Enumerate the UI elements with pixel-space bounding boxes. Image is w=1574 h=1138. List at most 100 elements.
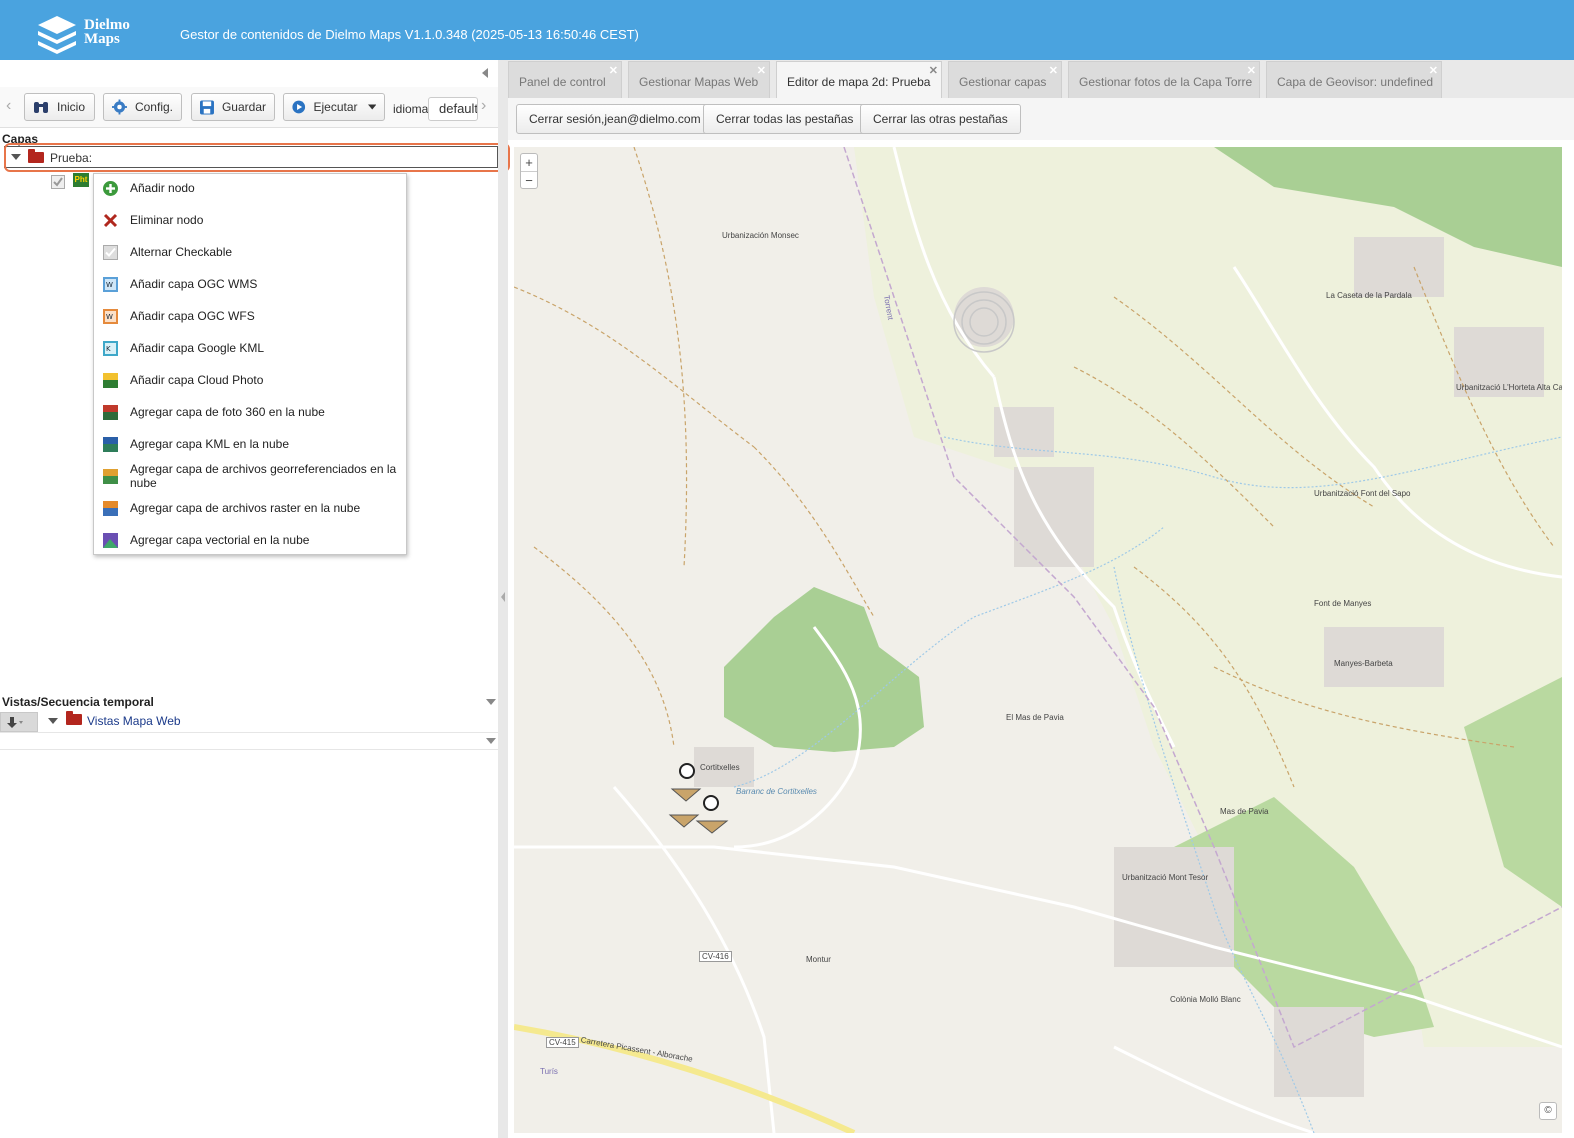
close-icon[interactable]: ✕ [929, 64, 938, 77]
views-section-header: Vistas/Secuencia temporal [0, 694, 498, 709]
toolbar-scroll-left-icon[interactable]: ‹ [6, 97, 11, 115]
selection-highlight [4, 143, 510, 172]
georef-files-icon [103, 468, 118, 484]
zoom-out-button[interactable]: − [521, 172, 537, 189]
play-icon [292, 100, 306, 114]
wms-layer-icon: W [103, 276, 118, 292]
idioma-select[interactable]: default [428, 97, 478, 121]
menu-item-add-raster-files[interactable]: Agregar capa de archivos raster en la nu… [94, 492, 406, 524]
checkbox-icon [103, 244, 118, 260]
menu-item-label: Agregar capa KML en la nube [130, 437, 289, 451]
config-button[interactable]: Config. [103, 93, 182, 121]
dielmo-logo-icon [38, 16, 76, 54]
config-label: Config. [134, 100, 173, 114]
map-label: El Mas de Pavia [1006, 713, 1064, 722]
views-section-label: Vistas/Secuencia temporal [2, 695, 154, 709]
svg-text:K: K [106, 345, 111, 353]
map-label: Urbanització Font del Sapo [1314, 489, 1411, 498]
tab-label: Capa de Geovisor: undefined [1277, 75, 1434, 89]
close-icon[interactable]: ✕ [1429, 64, 1438, 77]
map-label: Mas de Pavia [1220, 807, 1269, 816]
zoom-in-button[interactable]: + [521, 154, 537, 172]
app-header: Dielmo Maps Gestor de contenidos de Diel… [0, 0, 1574, 60]
menu-item-add-wms[interactable]: W Añadir capa OGC WMS [94, 268, 406, 300]
menu-item-label: Añadir nodo [130, 181, 195, 195]
views-tool-button[interactable] [0, 712, 38, 732]
tab-gestionar-capas[interactable]: Gestionar capas ✕ [948, 61, 1062, 98]
wfs-layer-icon: W [103, 308, 118, 324]
menu-item-toggle-checkable[interactable]: Alternar Checkable [94, 236, 406, 268]
tab-capa-geovisor[interactable]: Capa de Geovisor: undefined ✕ [1266, 61, 1442, 98]
timeline-collapse-icon[interactable] [486, 738, 496, 744]
views-root-label[interactable]: Vistas Mapa Web [87, 714, 181, 728]
cloud-photo-layer-icon: Pht [73, 173, 89, 187]
save-icon [200, 100, 214, 114]
splitter-handle-icon[interactable] [500, 590, 506, 604]
toolbar-scroll-right-icon[interactable]: › [481, 97, 486, 115]
inicio-button[interactable]: Inicio [24, 93, 95, 121]
menu-item-add-vector-layer[interactable]: Agregar capa vectorial en la nube [94, 524, 406, 556]
tab-label: Gestionar fotos de la Capa Torre [1079, 75, 1253, 89]
menu-item-label: Agregar capa de archivos raster en la nu… [130, 501, 361, 515]
menu-item-delete-node[interactable]: Eliminar nodo [94, 204, 406, 236]
collapse-panel-icon[interactable] [480, 66, 490, 80]
views-collapse-icon[interactable] [486, 699, 496, 705]
map-label: Urbanització L'Horteta Alta Camp [1456, 383, 1562, 392]
map-label: Montur [806, 955, 831, 964]
ejecutar-button[interactable]: Ejecutar [283, 93, 385, 121]
tab-label: Editor de mapa 2d: Prueba [787, 75, 931, 89]
views-expand-icon[interactable] [48, 718, 58, 724]
tab-panel-de-control[interactable]: Panel de control ✕ [508, 61, 622, 98]
menu-item-add-georef-files[interactable]: Agregar capa de archivos georreferenciad… [94, 460, 406, 492]
context-menu: Añadir nodo Eliminar nodo Alternar Check… [93, 173, 407, 555]
views-separator [0, 732, 498, 750]
logout-button[interactable]: Cerrar sesión,jean@dielmo.com [516, 104, 714, 134]
menu-item-add-cloud-photo[interactable]: Añadir capa Cloud Photo [94, 364, 406, 396]
layer-checkbox[interactable] [51, 175, 65, 189]
inicio-label: Inicio [57, 100, 86, 114]
map-label: Manyes-Barbeta [1334, 659, 1393, 668]
tab-label: Gestionar Mapas Web [639, 75, 759, 89]
menu-item-label: Añadir capa OGC WMS [130, 277, 258, 291]
menu-item-label: Agregar capa vectorial en la nube [130, 533, 310, 547]
logo-line-2: Maps [84, 31, 120, 47]
close-icon[interactable]: ✕ [1049, 64, 1058, 77]
tab-gestionar-fotos[interactable]: Gestionar fotos de la Capa Torre ✕ [1068, 61, 1260, 98]
chevron-down-icon [367, 104, 376, 110]
gear-icon [112, 99, 127, 115]
app-title: Gestor de contenidos de Dielmo Maps V1.1… [180, 27, 639, 42]
logo-text: Dielmo Maps [84, 17, 130, 47]
tab-action-bar: Cerrar sesión,jean@dielmo.com Cerrar tod… [508, 98, 1574, 140]
menu-item-add-google-kml[interactable]: K Añadir capa Google KML [94, 332, 406, 364]
close-icon[interactable]: ✕ [609, 64, 618, 77]
menu-item-add-wfs[interactable]: W Añadir capa OGC WFS [94, 300, 406, 332]
menu-item-add-cloud-kml[interactable]: Agregar capa KML en la nube [94, 428, 406, 460]
attribution-button[interactable]: © [1539, 1102, 1557, 1120]
menu-item-add-photo360[interactable]: Agregar capa de foto 360 en la nube [94, 396, 406, 428]
svg-text:W: W [106, 313, 113, 321]
tab-editor-mapa-2d[interactable]: Editor de mapa 2d: Prueba ✕ [776, 61, 942, 98]
map-label: Urbanització Mont Tesor [1122, 873, 1209, 882]
menu-item-label: Agregar capa de foto 360 en la nube [130, 405, 325, 419]
views-folder-icon [66, 711, 82, 725]
menu-item-label: Agregar capa de archivos georreferenciad… [130, 462, 397, 490]
close-icon[interactable]: ✕ [757, 64, 766, 77]
close-all-tabs-button[interactable]: Cerrar todas las pestañas [703, 104, 867, 134]
close-other-tabs-button[interactable]: Cerrar las otras pestañas [860, 104, 1021, 134]
menu-item-label: Alternar Checkable [130, 245, 233, 259]
menu-item-add-node[interactable]: Añadir nodo [94, 172, 406, 204]
main-toolbar: ‹ Inicio Config. Guardar Ejecutar idioma… [0, 87, 498, 128]
tab-gestionar-mapas-web[interactable]: Gestionar Mapas Web ✕ [628, 61, 770, 98]
menu-item-label: Añadir capa Google KML [130, 341, 265, 355]
guardar-button[interactable]: Guardar [191, 93, 275, 121]
map-canvas[interactable]: Urbanización Monsec La Caseta de la Pard… [514, 147, 1562, 1133]
close-icon[interactable]: ✕ [1247, 64, 1256, 77]
menu-item-label: Añadir capa Cloud Photo [130, 373, 264, 387]
road-shield: CV-415 [546, 1037, 579, 1048]
menu-item-label: Añadir capa OGC WFS [130, 309, 255, 323]
panel-splitter[interactable] [498, 60, 508, 1138]
map-label: Turís [540, 1067, 558, 1076]
logo-line-1: Dielmo [84, 17, 130, 33]
map-label: Urbanización Monsec [722, 231, 799, 240]
add-circle-icon [103, 180, 118, 196]
